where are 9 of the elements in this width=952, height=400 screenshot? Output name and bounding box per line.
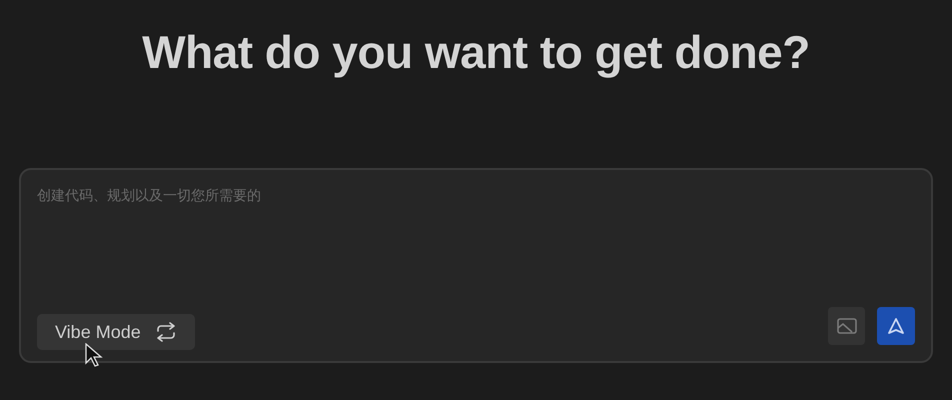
mode-button[interactable]: Vibe Mode [37,314,195,350]
image-icon [836,318,856,334]
send-icon [887,317,905,335]
page-heading: What do you want to get done? [142,25,810,80]
cursor-icon [85,343,105,367]
prompt-field[interactable]: 创建代码、规划以及一切您所需要的 Vibe Mode [19,168,933,363]
image-button[interactable] [828,307,865,345]
swap-icon [154,322,177,342]
send-button[interactable] [877,307,915,345]
